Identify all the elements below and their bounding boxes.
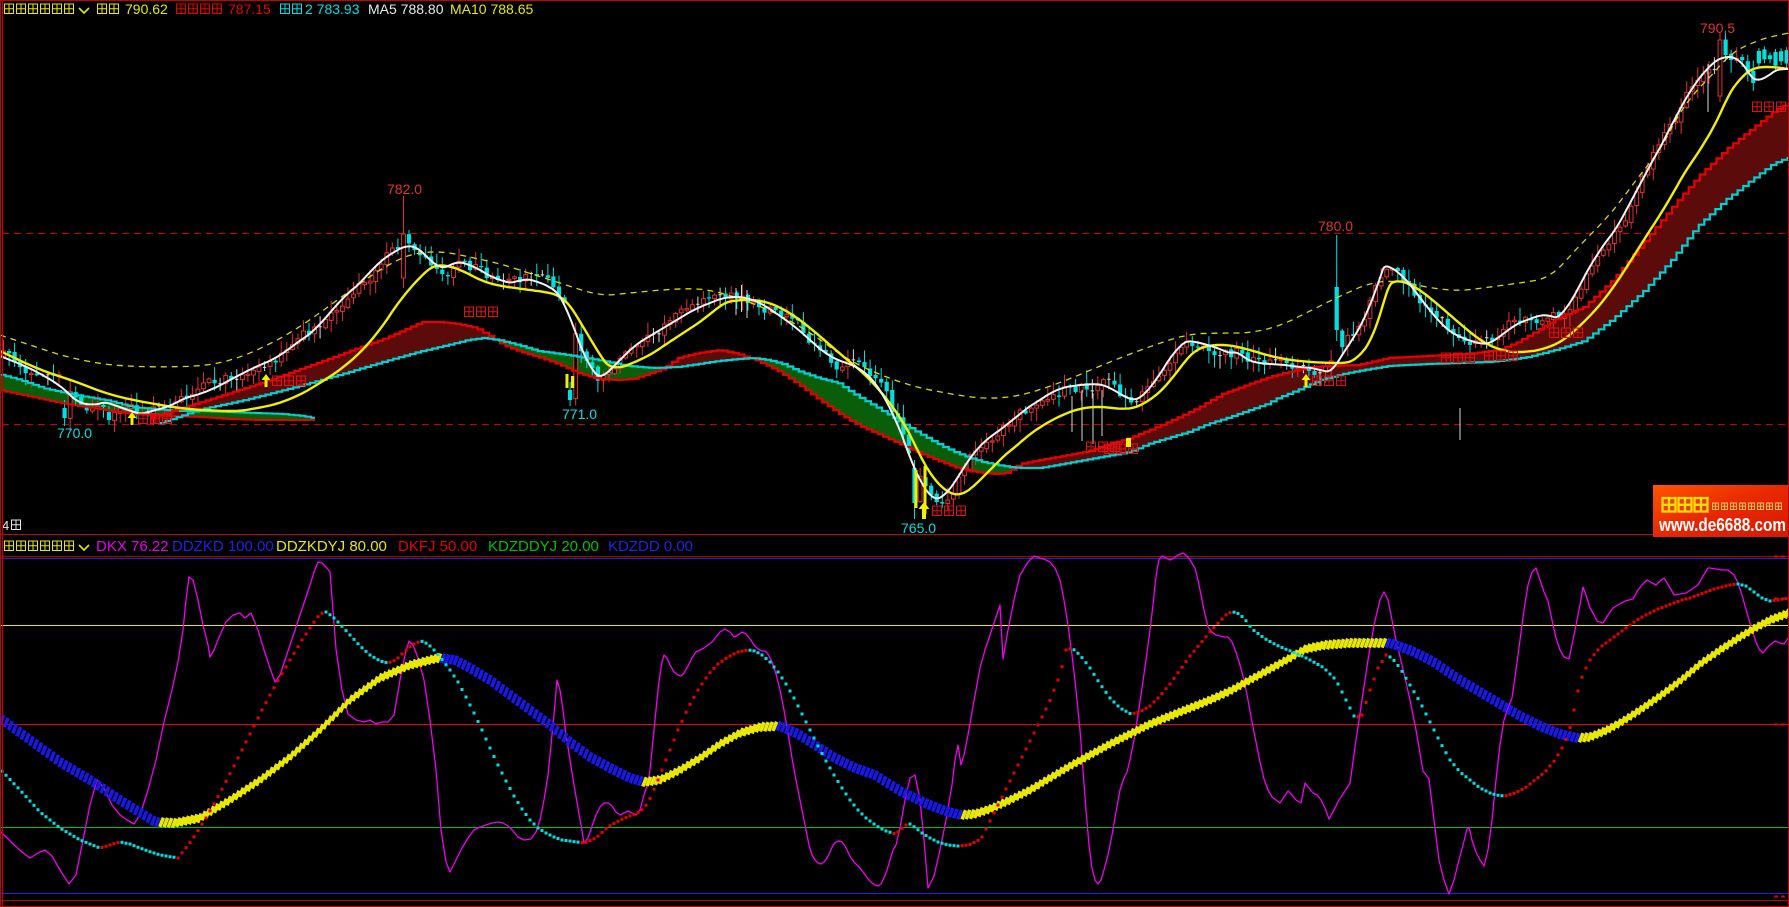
svg-text:790.62: 790.62 — [125, 1, 168, 17]
svg-text:782.0: 782.0 — [387, 181, 422, 197]
svg-text:771.0: 771.0 — [562, 406, 597, 422]
svg-text:KDZDDYJ 20.00: KDZDDYJ 20.00 — [488, 538, 599, 555]
svg-text:DDZKD 100.00: DDZKD 100.00 — [172, 538, 274, 555]
svg-text:780.0: 780.0 — [1318, 218, 1353, 234]
svg-text:DDZKDYJ 80.00: DDZKDYJ 80.00 — [276, 538, 387, 555]
svg-text:2 783.93: 2 783.93 — [305, 1, 360, 17]
svg-text:787.15: 787.15 — [228, 1, 271, 17]
svg-text:MA5 788.80: MA5 788.80 — [368, 1, 444, 17]
svg-text:DKFJ 50.00: DKFJ 50.00 — [398, 538, 477, 555]
svg-text:MA10 788.65: MA10 788.65 — [450, 1, 533, 17]
svg-text:770.0: 770.0 — [57, 425, 92, 441]
svg-text:765.0: 765.0 — [901, 520, 936, 536]
svg-text:KDZDD 0.00: KDZDD 0.00 — [608, 538, 693, 555]
svg-text:790.5: 790.5 — [1700, 20, 1735, 36]
svg-text:4: 4 — [2, 518, 9, 533]
svg-text:DKX 76.22: DKX 76.22 — [96, 538, 169, 555]
svg-text:www.de6688.com: www.de6688.com — [1658, 515, 1786, 535]
